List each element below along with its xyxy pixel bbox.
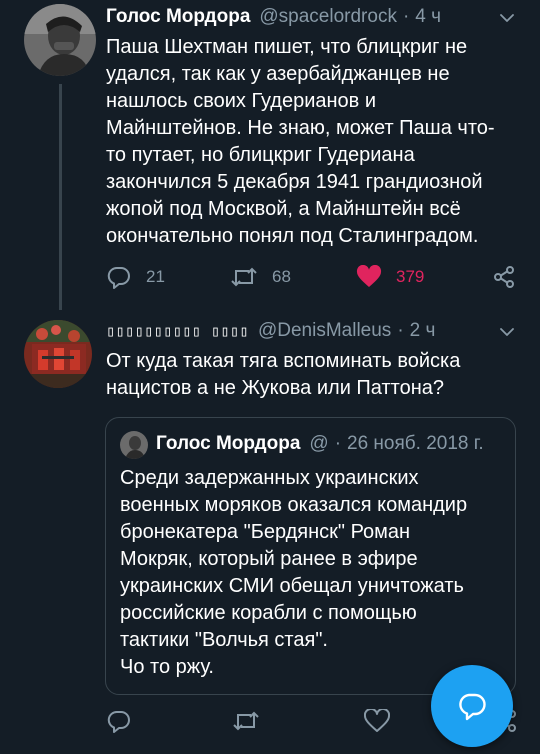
reply-icon (107, 710, 130, 733)
tweet-header: Голос Мордора @spacelordrock · 4 ч (106, 6, 441, 28)
tweet-text: От куда такая тяга вспоминать войска нац… (106, 348, 460, 402)
retweet-count: 68 (272, 267, 291, 286)
tweet-text-line: нацистов а не Жукова или Паттона? (106, 377, 444, 399)
heart-outline-icon (364, 709, 390, 732)
tweet-text: Паша Шехтман пишет, что блицкриг не удал… (106, 34, 495, 250)
tweet-spacelordrock[interactable]: Голос Мордора @spacelordrock · 4 ч Паша … (0, 0, 540, 312)
chevron-down-icon[interactable] (499, 324, 515, 340)
separator-dot: · (397, 320, 404, 341)
quoted-avatar (120, 431, 148, 459)
retweet-button[interactable] (232, 709, 260, 733)
retweet-icon (231, 267, 257, 287)
reply-button[interactable] (106, 709, 132, 733)
reply-count: 21 (146, 267, 165, 286)
tweet-text-line: закончился 5 декабря 1941 грандиозной (106, 171, 483, 193)
quoted-tweet[interactable]: Голос Мордора @ · 26 нояб. 2018 г. Среди… (105, 417, 516, 695)
author-name[interactable]: ▯▯▯▯▯▯▯▯▯▯ ▯▯▯▯ (106, 322, 249, 340)
tweet-text-line: Майнштейнов. Не знаю, может Паша что- (106, 117, 495, 139)
avatar[interactable] (24, 320, 92, 388)
author-handle[interactable]: @spacelordrock (259, 6, 397, 28)
reply-button[interactable]: 21 (106, 265, 165, 289)
like-count: 379 (396, 267, 425, 286)
compose-reply-button[interactable] (431, 665, 513, 747)
quoted-text-line: военных моряков оказался командир (120, 494, 468, 516)
retweet-icon (233, 711, 259, 731)
quoted-date: 26 нояб. 2018 г. (347, 433, 484, 454)
retweet-button[interactable]: 68 (230, 265, 291, 289)
separator-dot: · (334, 433, 342, 454)
share-icon (494, 266, 514, 288)
like-button[interactable] (364, 709, 390, 733)
tweet-text-line: жопой под Москвой, а Майнштейн всё (106, 198, 461, 220)
tweet-text-line: окончательно понял под Сталинградом. (106, 225, 479, 247)
chevron-down-icon[interactable] (499, 10, 515, 26)
like-button[interactable]: 379 (356, 265, 424, 289)
quoted-author-name: Голос Мордора (156, 433, 301, 454)
tweet-text-line: Паша Шехтман пишет, что блицкриг не (106, 36, 468, 58)
quoted-text-line: Среди задержанных украинских (120, 467, 419, 489)
share-button[interactable] (492, 265, 516, 289)
quoted-text-line: тактики "Волчья стая". (120, 629, 328, 651)
quoted-header: Голос Мордора @ · 26 нояб. 2018 г. (156, 433, 484, 455)
quoted-text-line: российские корабли с помощью (120, 602, 417, 624)
separator-dot: · (402, 6, 410, 27)
quoted-text-line: бронекатера "Бердянск" Роман (120, 521, 411, 543)
tweet-text-line: то путает, но блицкриг Гудериана (106, 144, 415, 166)
quoted-text-line: Чо то ржу. (120, 656, 214, 678)
heart-icon (356, 265, 382, 287)
tweet-timestamp[interactable]: 4 ч (415, 6, 441, 28)
author-handle[interactable]: @DenisMalleus (258, 320, 391, 342)
reply-icon (107, 266, 130, 289)
tweet-text-line: От куда такая тяга вспоминать войска (106, 350, 461, 372)
tweet-actions: 21 68 379 (0, 263, 540, 293)
quoted-text: Среди задержанных украинских военных мор… (120, 465, 467, 681)
tweet-text-line: нашлось своих Гудерианов и (106, 90, 377, 112)
tweet-timestamp[interactable]: 2 ч (410, 320, 436, 342)
tweet-header: ▯▯▯▯▯▯▯▯▯▯ ▯▯▯▯ @DenisMalleus · 2 ч (106, 320, 435, 342)
quoted-text-line: украинских СМИ обещал уничтожать (120, 575, 464, 597)
tweet-text-line: удался, так как у азербайджанцев не (106, 63, 450, 85)
quoted-text-line: Мокряк, который ранее в эфире (120, 548, 418, 570)
author-name[interactable]: Голос Мордора (106, 6, 250, 28)
compose-reply-icon (459, 693, 486, 721)
quoted-author-handle: @ (309, 433, 329, 454)
avatar[interactable] (24, 4, 96, 76)
